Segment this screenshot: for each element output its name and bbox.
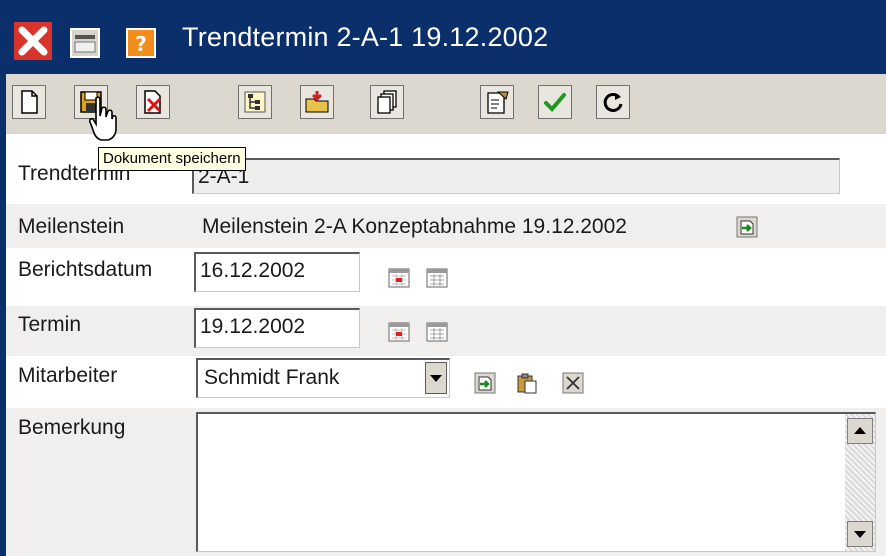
hand-cursor-icon (89, 96, 117, 141)
folder-icon (305, 91, 329, 113)
new-document-icon (21, 90, 38, 114)
scroll-down-arrow-icon[interactable] (847, 521, 873, 547)
calendar-today-icon[interactable] (388, 320, 410, 342)
copy-button[interactable] (370, 85, 404, 119)
toolbar (6, 74, 886, 134)
calendar-icon[interactable] (426, 266, 448, 288)
calendar-icon[interactable] (426, 320, 448, 342)
trendtermin-field: 2-A-1 (192, 158, 840, 194)
vertical-scrollbar[interactable] (845, 414, 875, 551)
scroll-up-arrow-icon[interactable] (847, 418, 873, 444)
clear-icon[interactable] (562, 372, 584, 394)
close-icon[interactable] (14, 22, 52, 60)
mitarbeiter-select[interactable]: Schmidt Frank (196, 358, 450, 398)
copy-icon (377, 90, 397, 114)
delete-document-button[interactable] (136, 85, 170, 119)
mitarbeiter-selected-value: Schmidt Frank (204, 366, 340, 389)
help-icon[interactable]: ? (126, 28, 156, 58)
row-termin: Termin 19.12.2002 (6, 306, 886, 356)
row-berichtsdatum: Berichtsdatum 16.12.2002 (6, 250, 886, 304)
calendar-today-icon[interactable] (388, 266, 410, 288)
bemerkung-textarea[interactable] (196, 412, 876, 552)
goto-milestone-icon[interactable] (736, 216, 758, 238)
properties-button[interactable] (480, 85, 514, 119)
goto-employee-icon[interactable] (474, 372, 496, 394)
bemerkung-label: Bemerkung (18, 416, 126, 439)
minimize-icon[interactable] (70, 28, 100, 58)
termin-label: Termin (18, 313, 82, 336)
row-meilenstein: Meilenstein Meilenstein 2-A Konzeptabnah… (6, 204, 886, 248)
new-document-button[interactable] (12, 85, 46, 119)
termin-input[interactable]: 19.12.2002 (194, 308, 360, 348)
berichtsdatum-label: Berichtsdatum (18, 258, 153, 281)
app-window: ? Trendtermin 2-A-1 19.12.2002 Dokument … (0, 0, 886, 556)
delete-icon (144, 90, 162, 114)
open-folder-button[interactable] (300, 85, 334, 119)
window-title: Trendtermin 2-A-1 19.12.2002 (182, 22, 549, 52)
checkmark-icon (544, 93, 566, 112)
structure-button[interactable] (238, 85, 272, 119)
properties-icon (487, 91, 509, 114)
meilenstein-label: Meilenstein (18, 215, 125, 238)
svg-text:?: ? (135, 32, 147, 56)
meilenstein-value: Meilenstein 2-A Konzeptabnahme 19.12.200… (202, 215, 627, 238)
confirm-button[interactable] (538, 85, 572, 119)
refresh-button[interactable] (596, 85, 630, 119)
dropdown-arrow-icon[interactable] (425, 362, 447, 394)
title-bar: ? Trendtermin 2-A-1 19.12.2002 (6, 0, 886, 74)
mitarbeiter-label: Mitarbeiter (18, 364, 118, 387)
refresh-icon (603, 92, 623, 112)
tooltip: Dokument speichern (98, 147, 246, 171)
paste-icon[interactable] (516, 372, 538, 394)
berichtsdatum-input[interactable]: 16.12.2002 (194, 252, 360, 292)
tree-icon (244, 91, 266, 113)
